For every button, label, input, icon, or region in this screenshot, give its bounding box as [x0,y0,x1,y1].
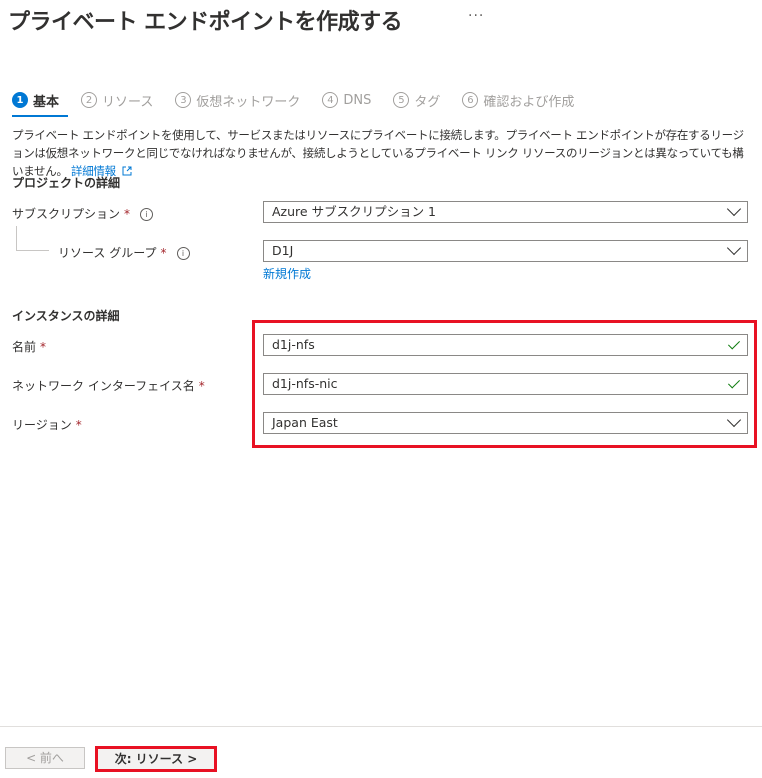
external-link-icon [122,166,132,176]
info-icon[interactable]: i [140,208,154,221]
subscription-select[interactable]: Azure サブスクリプション 1 [263,201,748,223]
tree-connector [16,250,49,251]
nic-name-label: ネットワーク インターフェイス名 * [12,379,205,393]
next-resources-button[interactable]: 次: リソース > [95,746,217,772]
previous-button[interactable]: < 前へ [5,747,85,769]
required-asterisk: * [160,246,167,260]
required-asterisk: * [124,207,131,221]
subscription-label: サブスクリプション * i [12,205,154,222]
description: プライベート エンドポイントを使用して、サービスまたはリソースにプライベートに接… [12,126,752,180]
required-asterisk: * [40,340,47,354]
step-number-icon: 6 [462,92,479,108]
project-details-heading: プロジェクトの詳細 [12,176,121,190]
tab-resources[interactable]: 2 リソース [81,91,153,110]
more-options-icon[interactable]: ··· [468,8,484,24]
page-title: プライベート エンドポイントを作成する [8,10,403,35]
instance-details-heading: インスタンスの詳細 [12,309,120,323]
create-new-link[interactable]: 新規作成 [263,265,311,282]
chevron-down-icon [726,240,742,256]
step-label: タグ [414,94,441,110]
step-number-icon: 1 [12,92,28,108]
chevron-down-icon [726,201,742,217]
region-label: リージョン * [12,418,82,432]
step-number-icon: 2 [81,92,98,108]
resource-group-label: リソース グループ * i [58,244,190,261]
footer-divider [0,726,762,727]
step-number-icon: 3 [175,92,192,108]
step-number-icon: 4 [322,92,339,108]
step-label: リソース [102,94,154,110]
info-icon[interactable]: i [176,247,190,260]
step-number-icon: 5 [393,92,410,108]
step-label: DNS [343,92,372,108]
wizard-steps: 1 基本 2 リソース 3 仮想ネットワーク 4 DNS 5 タグ 6 確認およ… [12,89,596,111]
tree-connector [16,226,17,250]
tab-tags[interactable]: 5 タグ [393,91,440,110]
tab-review-create[interactable]: 6 確認および作成 [462,91,574,110]
step-label: 仮想ネットワーク [196,94,301,110]
tab-basics[interactable]: 1 基本 [12,91,59,110]
step-label: 基本 [33,94,60,110]
active-tab-indicator [12,115,68,117]
highlight-box [252,320,757,448]
name-label: 名前 * [12,340,47,354]
required-asterisk: * [75,418,82,432]
required-asterisk: * [198,379,205,393]
tab-virtual-network[interactable]: 3 仮想ネットワーク [175,91,300,110]
tab-dns[interactable]: 4 DNS [322,92,371,108]
resource-group-select[interactable]: D1J [263,240,748,262]
step-label: 確認および作成 [483,94,575,110]
